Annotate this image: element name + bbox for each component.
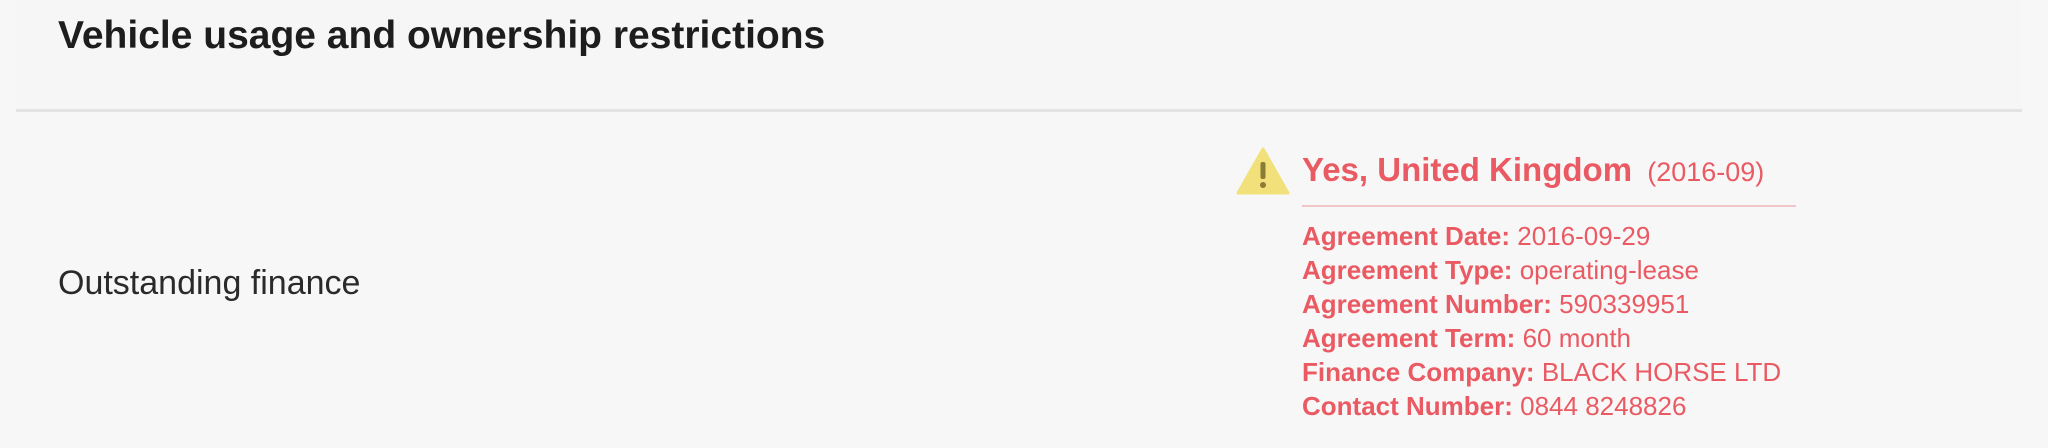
detail-value: operating-lease [1519, 255, 1699, 285]
warning-icon [1236, 147, 1290, 195]
detail-agreement-number: Agreement Number: 590339951 [1302, 287, 1842, 321]
finance-status-value: Yes, United Kingdom [1302, 151, 1633, 188]
outstanding-finance-label: Outstanding finance [58, 264, 361, 302]
detail-value: 60 month [1522, 323, 1631, 353]
detail-agreement-term: Agreement Term: 60 month [1302, 321, 1842, 355]
section-header: Vehicle usage and ownership restrictions [16, 0, 2022, 112]
detail-agreement-type: Agreement Type: operating-lease [1302, 253, 1842, 287]
detail-key: Agreement Date: [1302, 221, 1511, 251]
detail-agreement-date: Agreement Date: 2016-09-29 [1302, 219, 1842, 253]
detail-contact-number: Contact Number: 0844 8248826 [1302, 389, 1842, 423]
finance-details: Agreement Date: 2016-09-29 Agreement Typ… [1302, 219, 1842, 423]
finance-status-block: Yes, United Kingdom (2016-09) Agreement … [1302, 148, 1842, 423]
detail-value: 0844 8248826 [1520, 391, 1687, 421]
finance-status-date: (2016-09) [1647, 157, 1765, 187]
detail-key: Agreement Term: [1302, 323, 1516, 353]
page: Vehicle usage and ownership restrictions… [0, 0, 2048, 448]
status-divider [1302, 205, 1796, 207]
detail-key: Finance Company: [1302, 357, 1535, 387]
detail-key: Agreement Type: [1302, 255, 1513, 285]
detail-key: Contact Number: [1302, 391, 1513, 421]
section-title: Vehicle usage and ownership restrictions [58, 14, 826, 57]
detail-value: 2016-09-29 [1517, 221, 1651, 251]
detail-finance-company: Finance Company: BLACK HORSE LTD [1302, 355, 1842, 389]
detail-value: 590339951 [1559, 289, 1690, 319]
detail-key: Agreement Number: [1302, 289, 1552, 319]
finance-status: Yes, United Kingdom (2016-09) [1302, 148, 1842, 192]
detail-value: BLACK HORSE LTD [1541, 357, 1782, 387]
